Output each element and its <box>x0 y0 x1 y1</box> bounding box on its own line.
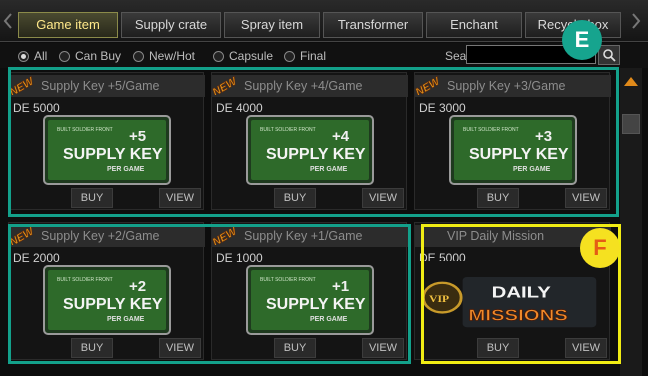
annotation-badge-e: E <box>562 20 602 60</box>
radio-dot <box>284 51 295 62</box>
tab-game-item[interactable]: Game item <box>18 12 118 38</box>
selection-outline-row2 <box>8 224 411 364</box>
radio-dot <box>59 51 70 62</box>
tab-spray-item[interactable]: Spray item <box>224 12 320 38</box>
filter-all-radio[interactable]: All <box>18 49 47 63</box>
filter-final-radio[interactable]: Final <box>284 49 326 63</box>
filter-label: New/Hot <box>149 49 196 63</box>
item-category-tabbar: Game item Supply crate Spray item Transf… <box>0 0 648 42</box>
search-button[interactable] <box>598 45 620 65</box>
tab-scroll-left-icon[interactable] <box>2 12 16 30</box>
selection-outline-row1 <box>8 67 619 217</box>
scroll-up-arrow-icon[interactable] <box>623 74 639 88</box>
filter-can-buy-radio[interactable]: Can Buy <box>59 49 121 63</box>
tab-enchant[interactable]: Enchant <box>426 12 522 38</box>
filter-label: Capsule <box>229 49 274 63</box>
radio-dot <box>213 51 224 62</box>
search-icon <box>603 49 616 62</box>
radio-dot <box>18 51 29 62</box>
filter-label: Can Buy <box>75 49 122 63</box>
tab-scroll-right-icon[interactable] <box>630 12 644 30</box>
annotation-badge-f: F <box>580 228 620 268</box>
tab-transformer[interactable]: Transformer <box>323 12 423 38</box>
filter-new-hot-radio[interactable]: New/Hot <box>133 49 195 63</box>
filter-label: All <box>34 49 48 63</box>
filter-label: Final <box>300 49 327 63</box>
filter-capsule-radio[interactable]: Capsule <box>213 49 273 63</box>
tab-supply-crate[interactable]: Supply crate <box>121 12 221 38</box>
radio-dot <box>133 51 144 62</box>
scrollbar-thumb[interactable] <box>622 114 640 134</box>
